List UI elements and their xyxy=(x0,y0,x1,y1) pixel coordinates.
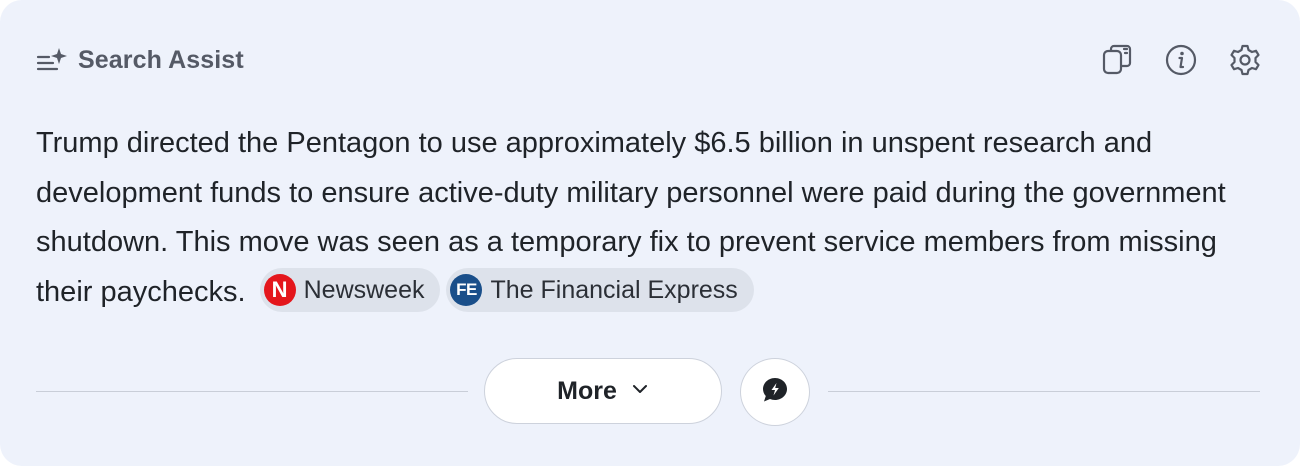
newsweek-logo-icon: N xyxy=(263,273,296,306)
sparkle-list-icon xyxy=(36,46,68,74)
more-button[interactable]: More xyxy=(484,358,722,424)
gear-icon xyxy=(1228,43,1262,77)
search-assist-panel: Search Assist Trump directed the Pentago… xyxy=(0,0,1300,466)
panel-title: Search Assist xyxy=(78,45,244,74)
divider xyxy=(36,391,468,392)
info-button[interactable] xyxy=(1164,43,1198,77)
settings-button[interactable] xyxy=(1228,43,1262,77)
source-chip-label: Newsweek xyxy=(303,275,425,304)
panel-header: Search Assist xyxy=(36,40,1262,80)
chat-bubble-icon xyxy=(760,375,790,410)
copy-button[interactable] xyxy=(1100,43,1134,77)
financial-express-logo-icon: FE xyxy=(450,273,483,306)
source-chip-financial-express[interactable]: FE The Financial Express xyxy=(446,267,754,312)
copy-icon xyxy=(1100,43,1134,77)
info-icon xyxy=(1164,43,1198,77)
more-button-label: More xyxy=(557,376,617,405)
source-chip-newsweek[interactable]: N Newsweek xyxy=(259,267,441,312)
divider xyxy=(828,391,1260,392)
header-actions xyxy=(1100,40,1262,80)
source-chip-label: The Financial Express xyxy=(490,275,738,304)
answer-summary: Trump directed the Pentagon to use appro… xyxy=(36,119,1256,317)
chat-button[interactable] xyxy=(740,358,810,426)
panel-footer: More xyxy=(36,358,1260,426)
chevron-down-icon xyxy=(631,382,649,400)
panel-title-group: Search Assist xyxy=(36,40,244,80)
